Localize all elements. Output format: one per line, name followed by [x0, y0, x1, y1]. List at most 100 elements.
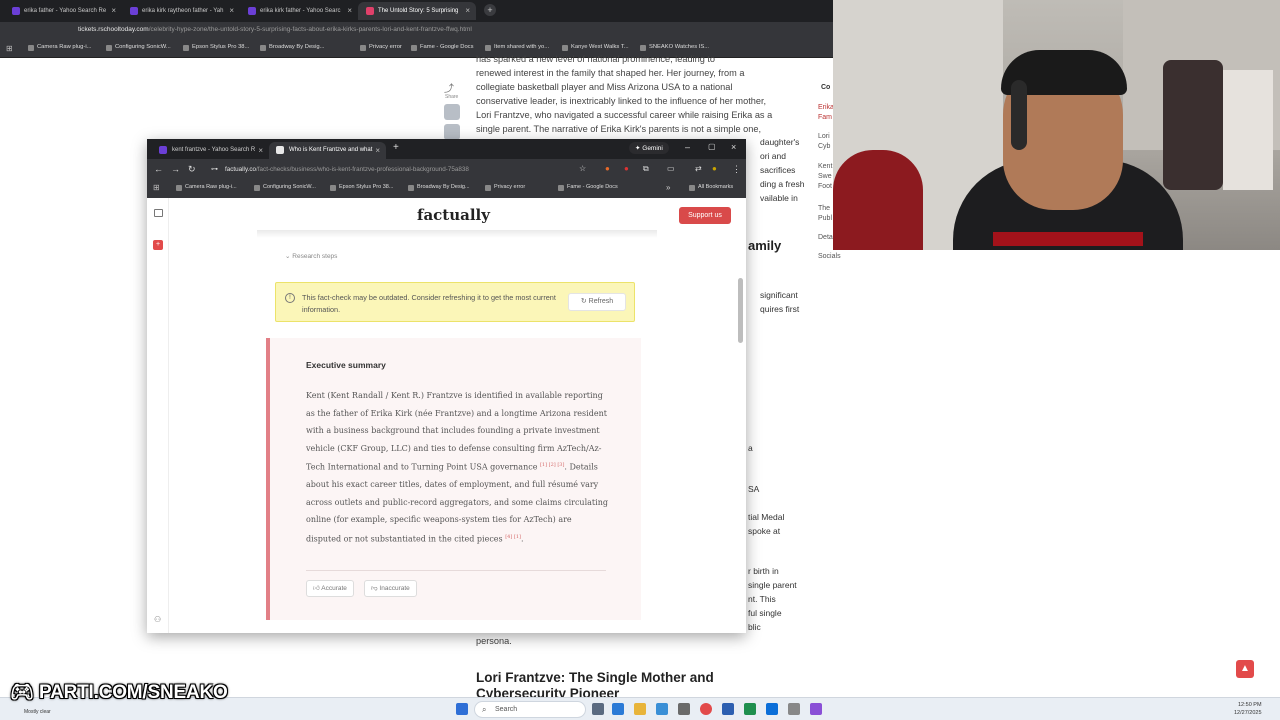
bookmark-item[interactable]: Privacy error [485, 184, 525, 191]
inaccurate-button[interactable]: 👎︎ Inaccurate [364, 580, 417, 597]
close-icon[interactable]: × [258, 142, 263, 159]
citation-links[interactable]: [4] [1] [505, 534, 521, 540]
citation-links[interactable]: [1] [2] [3] [540, 462, 564, 468]
app-icon[interactable] [788, 703, 800, 715]
close-window-icon[interactable]: × [731, 142, 736, 152]
store-icon[interactable] [656, 703, 668, 715]
reload-icon[interactable]: ↻ [188, 164, 196, 175]
site-logo[interactable]: factually [417, 206, 490, 224]
file-explorer-icon[interactable] [634, 703, 646, 715]
front-tab-2[interactable]: Who is Kent Frantzve and what × [269, 142, 386, 159]
scroll-to-top-button[interactable]: ▲ [1236, 660, 1254, 678]
more-bookmarks-icon[interactable]: » [666, 183, 670, 192]
minimize-icon[interactable]: – [685, 142, 690, 152]
close-icon[interactable]: × [375, 142, 380, 159]
toc-item[interactable]: Deta [818, 233, 833, 243]
bookmark-item[interactable]: Camera Raw plug-i... [28, 44, 91, 51]
app-icon[interactable] [810, 703, 822, 715]
toc-item[interactable]: Cyb [818, 142, 830, 152]
close-icon[interactable]: × [347, 2, 352, 20]
clock[interactable]: 12:50 PM 12/27/2025 [1234, 701, 1262, 717]
weather-label: Mostly clear [24, 709, 51, 715]
gemini-button[interactable]: ✦ Gemini [629, 142, 669, 154]
profile-icon[interactable]: ● [712, 164, 717, 173]
bookmark-item[interactable]: Epson Stylus Pro 38... [183, 44, 249, 51]
front-address-bar[interactable]: factually.co/fact-checks/business/who-is… [225, 166, 469, 173]
front-bookmarks-bar: ⊞ Camera Raw plug-i... Configuring Sonic… [147, 180, 746, 198]
star-icon[interactable]: ☆ [579, 164, 586, 173]
bookmark-item[interactable]: Broadway By Desig... [260, 44, 324, 51]
menu-dots-icon[interactable]: ⋮ [732, 164, 741, 175]
toc-item[interactable]: Fam [818, 113, 832, 123]
new-tab-button[interactable]: + [484, 4, 496, 16]
bookmark-item[interactable]: Fame - Google Docs [558, 184, 618, 191]
bookmark-item[interactable]: Privacy error [360, 44, 402, 51]
bookmark-item[interactable]: Broadway By Desig... [408, 184, 470, 191]
close-icon[interactable]: × [465, 2, 470, 20]
support-us-button[interactable]: Support us [679, 207, 731, 224]
sidebar-toggle-icon[interactable] [154, 209, 163, 217]
toc-item[interactable]: Swe [818, 172, 832, 182]
extension-icon[interactable]: ● [605, 164, 610, 173]
bookmark-item[interactable]: Item shared with yo... [485, 44, 549, 51]
extensions-puzzle-icon[interactable]: ⧉ [643, 164, 649, 174]
user-icon[interactable]: ⚇ [154, 615, 161, 624]
bookmark-item[interactable]: Configuring SonicW... [106, 44, 171, 51]
apps-grid-icon[interactable]: ⊞ [6, 44, 13, 53]
bookmark-item[interactable]: Configuring SonicW... [254, 184, 316, 191]
extension-icon[interactable]: ● [624, 164, 629, 173]
app-icon[interactable] [766, 703, 778, 715]
back-tab-2[interactable]: erika kirk raytheon father - Yah × [122, 2, 240, 20]
back-tab-3[interactable]: erika kirk father - Yahoo Searc × [240, 2, 358, 20]
toc-item[interactable]: Publ [818, 214, 832, 224]
gemini-label: Gemini [642, 145, 663, 152]
toc-item[interactable]: The [818, 204, 830, 214]
back-address-bar[interactable]: tickets.rschooltoday.com/celebrity-hype-… [78, 26, 472, 33]
maximize-icon[interactable]: ▢ [708, 142, 716, 151]
article-fragment: vailable in [760, 193, 798, 203]
media-icon[interactable]: ⇄ [695, 164, 702, 173]
start-icon[interactable] [456, 703, 468, 715]
toc-item[interactable]: Kent [818, 162, 832, 172]
chrome-icon[interactable] [700, 703, 712, 715]
cast-icon[interactable]: ▭ [667, 164, 675, 173]
task-view-icon[interactable] [592, 703, 604, 715]
shirt-text [993, 232, 1143, 246]
research-steps-toggle[interactable]: ⌄ Research steps [285, 252, 337, 260]
apps-grid-icon[interactable]: ⊞ [153, 183, 160, 192]
accurate-button[interactable]: 👍︎ Accurate [306, 580, 354, 597]
front-browser-tabbar: kent frantzve - Yahoo Search R × Who is K… [147, 139, 746, 159]
page-scrollbar[interactable] [738, 278, 743, 343]
close-icon[interactable]: × [111, 2, 116, 20]
taskbar-search[interactable]: ⌕ Search [474, 701, 586, 718]
site-info-icon[interactable]: ⊶ [211, 165, 218, 173]
close-icon[interactable]: × [229, 2, 234, 20]
back-arrow-icon[interactable]: ← [154, 164, 163, 174]
front-tab-1[interactable]: kent frantzve - Yahoo Search R × [152, 142, 269, 159]
app-icon[interactable] [722, 703, 734, 715]
toc-item[interactable]: Foot [818, 182, 832, 192]
toc-title: Co [821, 84, 831, 91]
bookmark-item[interactable]: Epson Stylus Pro 38... [330, 184, 393, 191]
bookmark-item[interactable]: Camera Raw plug-i... [176, 184, 237, 191]
excel-icon[interactable] [744, 703, 756, 715]
edge-icon[interactable] [612, 703, 624, 715]
forward-arrow-icon[interactable]: → [171, 164, 180, 174]
facebook-icon[interactable] [444, 104, 460, 120]
all-bookmarks-folder[interactable]: All Bookmarks [689, 184, 733, 191]
bookmark-item[interactable]: Kanye West Walks T... [562, 44, 629, 51]
bookmark-item[interactable]: SNEAKO Watches IS... [640, 44, 709, 51]
article-fragment: quires first [760, 304, 800, 314]
x-twitter-icon[interactable] [444, 124, 460, 140]
add-icon[interactable]: + [153, 240, 163, 250]
back-tab-1[interactable]: erika father - Yahoo Search Re × [4, 2, 122, 20]
app-icon[interactable] [678, 703, 690, 715]
refresh-button[interactable]: ↻ Refresh [568, 293, 626, 311]
url-path: /celebrity-hype-zone/the-untold-story-5-… [148, 26, 472, 33]
bookmark-item[interactable]: Fame - Google Docs [411, 44, 473, 51]
back-tab-4[interactable]: The Untold Story: 5 Surprising × [358, 2, 476, 20]
toc-item[interactable]: Erika [818, 103, 834, 113]
new-tab-button[interactable]: + [393, 142, 399, 153]
toc-item[interactable]: Lori [818, 132, 830, 142]
toc-item[interactable]: Socials [818, 252, 841, 262]
